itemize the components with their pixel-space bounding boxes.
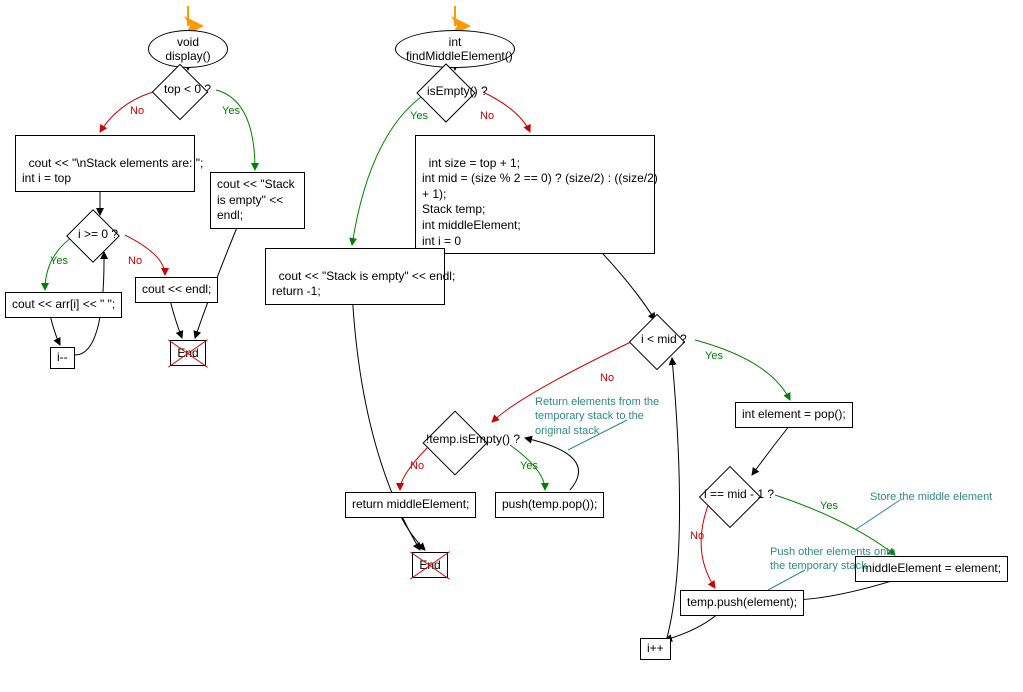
process-push-back: push(temp.pop()); [495,492,604,518]
end-left: End [170,340,206,366]
start-find-middle: int findMiddleElement() [395,30,515,68]
flowchart-edges [0,0,1023,692]
process-element-pop: int element = pop(); [735,402,853,428]
start-display: void display() [148,30,228,68]
process-temp-push: temp.push(element); [680,590,804,616]
start-find-middle-label: int findMiddleElement() [406,35,513,63]
edge-yes: Yes [50,255,68,267]
edge-yes: Yes [520,460,538,472]
end-right: End [412,552,448,578]
process-print-arr: cout << arr[i] << " "; [5,292,122,318]
comment-store-middle: Store the middle element [870,490,992,504]
process-stack-empty-left: cout << "Stack is empty" << endl; [210,172,305,229]
edge-yes: Yes [705,350,723,362]
edge-no: No [600,372,614,384]
process-cout-endl: cout << endl; [135,277,218,303]
edge-no: No [128,255,142,267]
process-i-dec: i-- [50,347,75,369]
edge-yes: Yes [222,105,240,117]
edge-no: No [130,105,144,117]
process-elements: cout << "\nStack elements are: "; int i … [15,135,195,192]
process-stack-empty-right: cout << "Stack is empty" << endl; return… [265,248,445,305]
process-return-middle: return middleElement; [345,492,476,518]
edge-yes: Yes [820,500,838,512]
edge-no: No [410,460,424,472]
comment-return-elements: Return elements from the temporary stack… [535,395,659,438]
comment-push-temp: Push other elements onto the temporary s… [770,545,895,574]
process-i-inc: i++ [640,638,671,660]
edge-yes: Yes [410,110,428,122]
start-display-label: void display() [165,35,210,63]
edge-no: No [480,110,494,122]
process-init-block: int size = top + 1; int mid = (size % 2 … [415,135,655,254]
edge-no: No [690,530,704,542]
